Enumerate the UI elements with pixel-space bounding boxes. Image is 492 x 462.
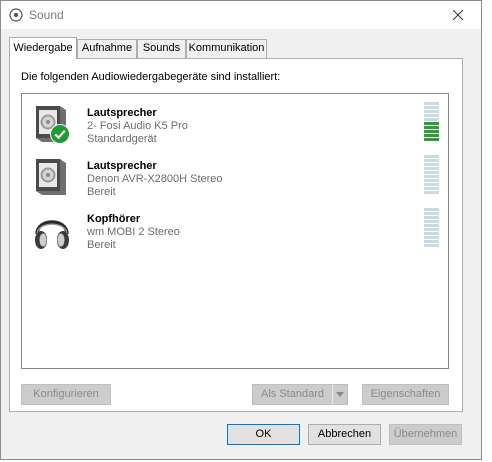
meter-segment bbox=[424, 138, 439, 141]
headphones-icon bbox=[35, 220, 69, 249]
meter-segment bbox=[424, 122, 439, 125]
meter-segment bbox=[424, 216, 439, 219]
meter-segment bbox=[424, 175, 439, 178]
meter-segment bbox=[424, 183, 439, 186]
device-status: Bereit bbox=[87, 186, 116, 198]
device-item-wm-mobi[interactable]: Kopfhörer wm MOBI 2 Stereo Bereit bbox=[22, 204, 448, 256]
tab-sounds[interactable]: Sounds bbox=[137, 39, 186, 58]
set-default-dropdown[interactable] bbox=[332, 384, 348, 405]
volume-meter bbox=[424, 102, 439, 142]
sound-dialog: Sound Wiedergabe Aufnahme Sounds Kommuni… bbox=[0, 0, 482, 460]
device-list: Lautsprecher 2- Fosi Audio K5 Pro Standa… bbox=[21, 93, 449, 369]
meter-segment bbox=[424, 228, 439, 231]
meter-segment bbox=[424, 232, 439, 235]
meter-segment bbox=[424, 171, 439, 174]
meter-segment bbox=[424, 118, 439, 121]
meter-segment bbox=[424, 240, 439, 243]
window-title: Sound bbox=[29, 8, 64, 22]
meter-segment bbox=[424, 191, 439, 194]
meter-segment bbox=[424, 110, 439, 113]
speaker-app-icon bbox=[9, 8, 23, 22]
meter-segment bbox=[424, 102, 439, 105]
tab-kommunikation[interactable]: Kommunikation bbox=[186, 39, 267, 58]
meter-segment bbox=[424, 224, 439, 227]
apply-button[interactable]: Übernehmen bbox=[389, 424, 462, 445]
device-status: Standardgerät bbox=[87, 133, 157, 145]
meter-segment bbox=[424, 167, 439, 170]
device-name: Kopfhörer bbox=[87, 213, 141, 225]
device-name: Lautsprecher bbox=[87, 160, 157, 172]
meter-segment bbox=[424, 244, 439, 247]
tab-wiedergabe[interactable]: Wiedergabe bbox=[9, 37, 77, 59]
device-status: Bereit bbox=[87, 239, 116, 251]
meter-segment bbox=[424, 134, 439, 137]
volume-meter bbox=[424, 155, 439, 195]
meter-segment bbox=[424, 179, 439, 182]
device-item-denon[interactable]: Lautsprecher Denon AVR-X2800H Stereo Ber… bbox=[22, 151, 448, 203]
default-check-icon bbox=[50, 124, 70, 144]
meter-segment bbox=[424, 163, 439, 166]
meter-segment bbox=[424, 155, 439, 158]
meter-segment bbox=[424, 236, 439, 239]
device-list-heading: Die folgenden Audiowiedergabegeräte sind… bbox=[21, 71, 281, 83]
meter-segment bbox=[424, 220, 439, 223]
tab-aufnahme[interactable]: Aufnahme bbox=[77, 39, 137, 58]
configure-button[interactable]: Konfigurieren bbox=[21, 384, 111, 405]
meter-segment bbox=[424, 106, 439, 109]
meter-segment bbox=[424, 187, 439, 190]
ok-button[interactable]: OK bbox=[227, 424, 300, 445]
close-icon bbox=[453, 10, 463, 20]
speaker-icon bbox=[36, 159, 66, 195]
meter-segment bbox=[424, 114, 439, 117]
cancel-button[interactable]: Abbrechen bbox=[308, 424, 381, 445]
meter-segment bbox=[424, 126, 439, 129]
meter-segment bbox=[424, 208, 439, 211]
meter-segment bbox=[424, 130, 439, 133]
playback-panel: Die folgenden Audiowiedergabegeräte sind… bbox=[9, 58, 463, 412]
close-button[interactable] bbox=[435, 1, 481, 29]
properties-button[interactable]: Eigenschaften bbox=[362, 384, 449, 405]
device-description: wm MOBI 2 Stereo bbox=[87, 226, 180, 238]
meter-segment bbox=[424, 212, 439, 215]
set-default-button[interactable]: Als Standard bbox=[252, 384, 333, 405]
device-description: 2- Fosi Audio K5 Pro bbox=[87, 120, 188, 132]
device-description: Denon AVR-X2800H Stereo bbox=[87, 173, 223, 185]
device-name: Lautsprecher bbox=[87, 107, 157, 119]
chevron-down-icon bbox=[336, 392, 344, 397]
title-bar[interactable]: Sound bbox=[1, 1, 481, 29]
volume-meter bbox=[424, 208, 439, 248]
device-item-fosi[interactable]: Lautsprecher 2- Fosi Audio K5 Pro Standa… bbox=[22, 98, 448, 150]
meter-segment bbox=[424, 159, 439, 162]
